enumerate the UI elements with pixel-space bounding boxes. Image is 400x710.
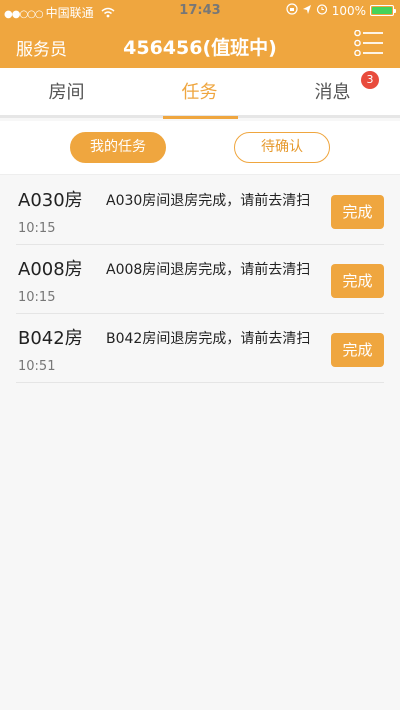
tab-tasks[interactable]: 任务 (133, 68, 266, 118)
status-bar: ●●○○○ 中国联通 17:43 100% (0, 0, 400, 22)
list-menu-icon[interactable] (354, 29, 384, 57)
tab-messages[interactable]: 消息 3 (266, 68, 399, 118)
task-room: A030房 (18, 190, 83, 211)
task-message: B042房间退房完成，请前去清扫 (106, 331, 311, 347)
task-row: A030房 A030房间退房完成，请前去清扫 10:15 完成 (16, 176, 384, 245)
unread-badge: 3 (361, 71, 379, 89)
location-icon (302, 4, 312, 18)
complete-button[interactable]: 完成 (331, 195, 384, 229)
active-tab-indicator (163, 116, 238, 119)
task-row: B042房 B042房间退房完成，请前去清扫 10:51 完成 (16, 314, 384, 383)
task-row: A008房 A008房间退房完成，请前去清扫 10:15 完成 (16, 245, 384, 314)
my-tasks-filter[interactable]: 我的任务 (70, 132, 166, 163)
battery-fill (372, 7, 392, 14)
pending-confirm-filter[interactable]: 待确认 (234, 132, 330, 163)
task-time: 10:15 (18, 290, 56, 305)
tab-messages-label: 消息 (314, 82, 351, 103)
task-time: 10:51 (18, 359, 56, 374)
rotation-lock-icon (286, 3, 298, 18)
task-list: A030房 A030房间退房完成，请前去清扫 10:15 完成 A008房 A0… (0, 176, 400, 383)
complete-button[interactable]: 完成 (331, 264, 384, 298)
task-message: A008房间退房完成，请前去清扫 (106, 262, 311, 278)
app-header: ●●○○○ 中国联通 17:43 100% 服务员 456456(值班中) (0, 0, 400, 68)
complete-button[interactable]: 完成 (331, 333, 384, 367)
task-time: 10:15 (18, 221, 56, 236)
battery-icon (370, 5, 396, 16)
task-room: B042房 (18, 328, 83, 349)
tab-bar: 房间 任务 消息 3 (0, 68, 400, 119)
tab-rooms[interactable]: 房间 (0, 68, 133, 118)
battery-percent: 100% (331, 3, 366, 18)
task-room: A008房 (18, 259, 83, 280)
alarm-icon (316, 3, 328, 18)
task-filter-bar: 我的任务 待确认 (0, 121, 400, 175)
page-title: 456456(值班中) (123, 37, 277, 59)
task-message: A030房间退房完成，请前去清扫 (106, 193, 311, 209)
